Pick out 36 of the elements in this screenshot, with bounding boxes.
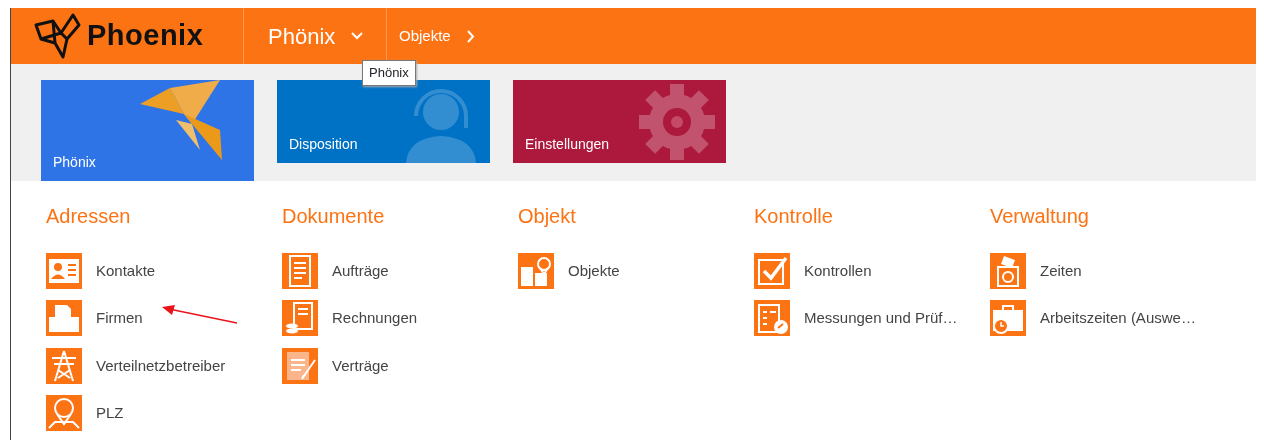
logo-text: Phoenix (87, 18, 204, 54)
power-tower-icon (46, 347, 82, 384)
buildings-icon (518, 252, 554, 289)
section-heading: Dokumente (282, 204, 386, 229)
menu-item[interactable]: Verteilnetzbetreiber (46, 342, 226, 390)
invoice-icon (282, 300, 318, 337)
contact-card-icon (46, 252, 82, 289)
menu-item[interactable]: PLZ (46, 389, 124, 437)
app-tile[interactable]: Disposition (277, 80, 490, 163)
menu-item[interactable]: Kontrollen (754, 247, 872, 295)
menu-item[interactable]: Firmen (46, 294, 143, 342)
menu-item[interactable]: Messungen und Prüf… (754, 294, 958, 342)
section-heading: Verwaltung (990, 204, 1090, 229)
document-icon (282, 252, 318, 289)
map-pin-icon (46, 395, 82, 432)
menu-item[interactable]: Kontakte (46, 247, 156, 295)
menu-item[interactable]: Arbeitszeiten (Auswe… (990, 294, 1196, 342)
section-heading: Adressen (46, 204, 132, 229)
section-heading: Kontrolle (754, 204, 834, 229)
menu-item[interactable]: Objekte (518, 247, 620, 295)
menu-item[interactable]: Zeiten (990, 247, 1082, 295)
app-tile[interactable]: Phönix (41, 80, 254, 181)
chevron-down-icon (351, 32, 364, 40)
clipboard-gauge-icon (754, 300, 790, 337)
folder-icon (46, 300, 82, 337)
checkbox-icon (754, 252, 790, 289)
menu-item[interactable]: Aufträge (282, 247, 389, 295)
contract-icon (282, 347, 318, 384)
menu-item[interactable]: Verträge (282, 342, 389, 390)
briefcase-clock-icon (990, 300, 1026, 337)
app-tile[interactable]: Einstellungen (513, 80, 726, 163)
menu-item[interactable]: Rechnungen (282, 294, 418, 342)
chevron-right-icon (466, 29, 475, 43)
punch-clock-icon (990, 252, 1026, 289)
tooltip: Phönix (362, 60, 416, 86)
section-heading: Objekt (518, 204, 577, 229)
